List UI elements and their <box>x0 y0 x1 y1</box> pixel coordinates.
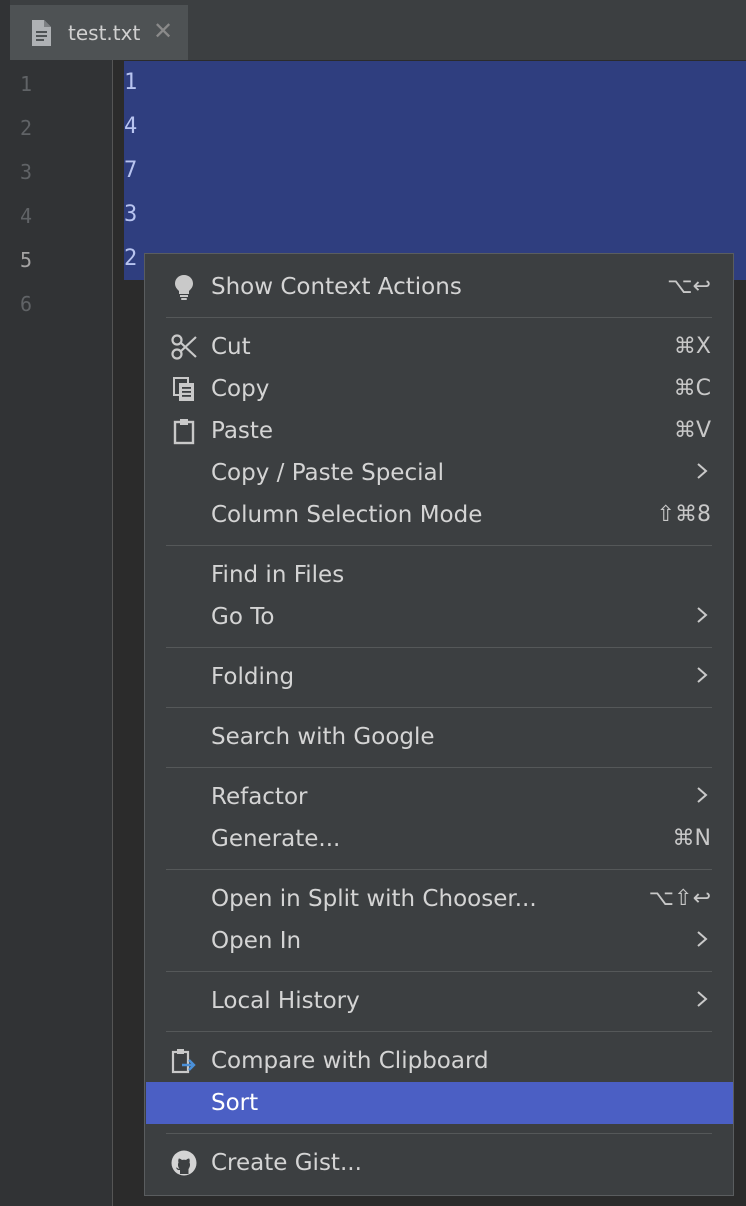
menu-separator <box>166 971 712 972</box>
menu-item-shortcut: ⌘C <box>673 376 711 401</box>
text-selection <box>124 61 746 280</box>
menu-item-copy[interactable]: Copy ⌘C <box>146 368 733 410</box>
menu-item-label: Go To <box>211 604 275 630</box>
menu-item-label: Generate... <box>211 826 341 852</box>
tab-close-icon[interactable]: ✕ <box>153 17 173 45</box>
menu-item-shortcut: ⌘X <box>673 334 711 359</box>
menu-item-find-in-files[interactable]: Find in Files <box>146 554 733 596</box>
menu-item-open-in-split[interactable]: Open in Split with Chooser... ⌥⇧↩ <box>146 878 733 920</box>
menu-item-shortcut: ⌥↩ <box>667 274 711 299</box>
menu-separator <box>166 1133 712 1134</box>
chevron-right-icon <box>697 787 708 803</box>
line-number: 4 <box>20 204 33 228</box>
code-line[interactable]: 2 <box>124 246 137 271</box>
menu-item-cut[interactable]: Cut ⌘X <box>146 326 733 368</box>
line-number-current: 5 <box>20 248 33 272</box>
menu-item-label: Copy / Paste Special <box>211 460 444 486</box>
code-line[interactable]: 3 <box>124 202 137 227</box>
menu-separator <box>166 869 712 870</box>
menu-item-label: Copy <box>211 376 270 402</box>
scissors-icon <box>171 334 197 360</box>
menu-separator <box>166 317 712 318</box>
menu-item-label: Cut <box>211 334 251 360</box>
menu-item-paste[interactable]: Paste ⌘V <box>146 410 733 452</box>
menu-item-copy-paste-special[interactable]: Copy / Paste Special <box>146 452 733 494</box>
menu-item-go-to[interactable]: Go To <box>146 596 733 638</box>
menu-separator <box>166 545 712 546</box>
line-number: 2 <box>20 116 33 140</box>
menu-item-label: Show Context Actions <box>211 274 462 300</box>
code-line[interactable]: 7 <box>124 158 137 183</box>
menu-item-label: Column Selection Mode <box>211 502 483 528</box>
editor-tab-bar: test.txt ✕ <box>10 0 746 60</box>
editor-context-menu: Show Context Actions ⌥↩ Cut ⌘X Copy ⌘C P… <box>144 253 734 1196</box>
menu-item-label: Local History <box>211 988 360 1014</box>
menu-item-label: Open In <box>211 928 302 954</box>
menu-item-label: Folding <box>211 664 295 690</box>
menu-item-open-in[interactable]: Open In <box>146 920 733 962</box>
tab-filename: test.txt <box>68 21 141 45</box>
chevron-right-icon <box>697 463 708 479</box>
menu-separator <box>166 707 712 708</box>
menu-item-column-selection-mode[interactable]: Column Selection Mode ⇧⌘8 <box>146 494 733 536</box>
menu-item-shortcut: ⌥⇧↩ <box>648 886 711 911</box>
menu-item-compare-with-clipboard[interactable]: Compare with Clipboard <box>146 1040 733 1082</box>
menu-separator <box>166 1031 712 1032</box>
line-number-gutter[interactable] <box>10 60 113 1206</box>
menu-separator <box>166 647 712 648</box>
menu-item-label: Open in Split with Chooser... <box>211 886 537 912</box>
menu-item-shortcut: ⇧⌘8 <box>656 502 711 527</box>
menu-separator <box>166 767 712 768</box>
tab-test-txt[interactable]: test.txt ✕ <box>10 5 188 60</box>
menu-item-search-with-google[interactable]: Search with Google <box>146 716 733 758</box>
compare-clipboard-icon <box>171 1049 196 1074</box>
chevron-right-icon <box>697 667 708 683</box>
menu-item-folding[interactable]: Folding <box>146 656 733 698</box>
menu-item-create-gist[interactable]: Create Gist... <box>146 1142 733 1184</box>
menu-item-generate[interactable]: Generate... ⌘N <box>146 818 733 860</box>
menu-item-label: Sort <box>211 1090 259 1116</box>
chevron-right-icon <box>697 991 708 1007</box>
menu-item-label: Search with Google <box>211 724 435 750</box>
menu-item-shortcut: ⌘N <box>672 826 711 851</box>
menu-item-label: Paste <box>211 418 274 444</box>
menu-item-show-context-actions[interactable]: Show Context Actions ⌥↩ <box>146 266 733 308</box>
code-line[interactable]: 1 <box>124 70 137 95</box>
copy-icon <box>173 377 194 401</box>
chevron-right-icon <box>697 607 708 623</box>
menu-item-label: Create Gist... <box>211 1150 362 1176</box>
menu-item-label: Compare with Clipboard <box>211 1048 489 1074</box>
chevron-right-icon <box>697 931 708 947</box>
menu-item-label: Refactor <box>211 784 308 810</box>
github-icon <box>171 1150 197 1176</box>
line-number: 3 <box>20 160 33 184</box>
line-number: 1 <box>20 72 33 96</box>
code-line[interactable]: 4 <box>124 114 137 139</box>
menu-item-refactor[interactable]: Refactor <box>146 776 733 818</box>
menu-item-label: Find in Files <box>211 562 345 588</box>
menu-item-shortcut: ⌘V <box>673 418 711 443</box>
bulb-icon <box>175 275 193 300</box>
menu-item-sort[interactable]: Sort <box>146 1082 733 1124</box>
line-number: 6 <box>20 292 33 316</box>
tool-window-strip <box>0 0 10 1206</box>
clipboard-icon <box>173 419 195 445</box>
menu-item-local-history[interactable]: Local History <box>146 980 733 1022</box>
text-file-icon <box>32 20 51 46</box>
